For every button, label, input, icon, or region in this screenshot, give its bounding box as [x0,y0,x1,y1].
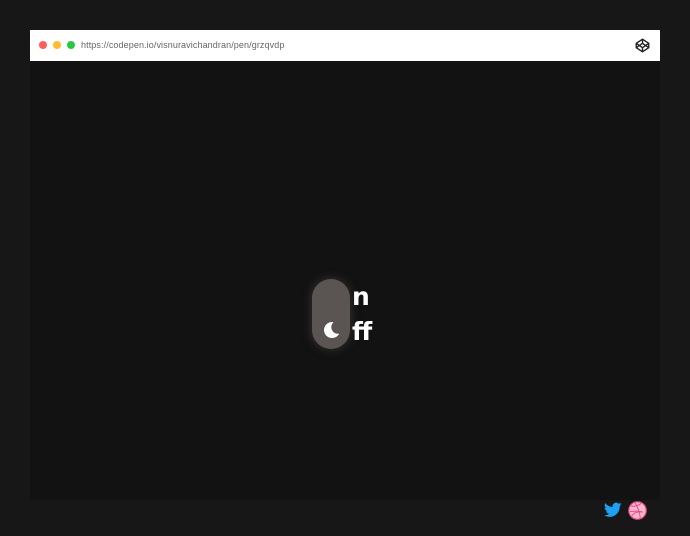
moon-icon [321,320,341,340]
on-off-toggle[interactable] [312,279,350,349]
maximize-window-button[interactable] [67,41,75,49]
dribbble-icon[interactable] [628,501,647,520]
toggle-label-off: ff [352,317,373,346]
minimize-window-button[interactable] [53,41,61,49]
browser-window: https://codepen.io/visnuravichandran/pen… [30,30,660,520]
pen-preview: n ff [30,61,660,520]
close-window-button[interactable] [39,41,47,49]
codepen-icon[interactable] [635,38,650,53]
address-bar: https://codepen.io/visnuravichandran/pen… [30,30,660,61]
url-text[interactable]: https://codepen.io/visnuravichandran/pen… [81,39,284,51]
toggle-label-on: n [352,282,370,311]
twitter-icon[interactable] [603,502,622,518]
